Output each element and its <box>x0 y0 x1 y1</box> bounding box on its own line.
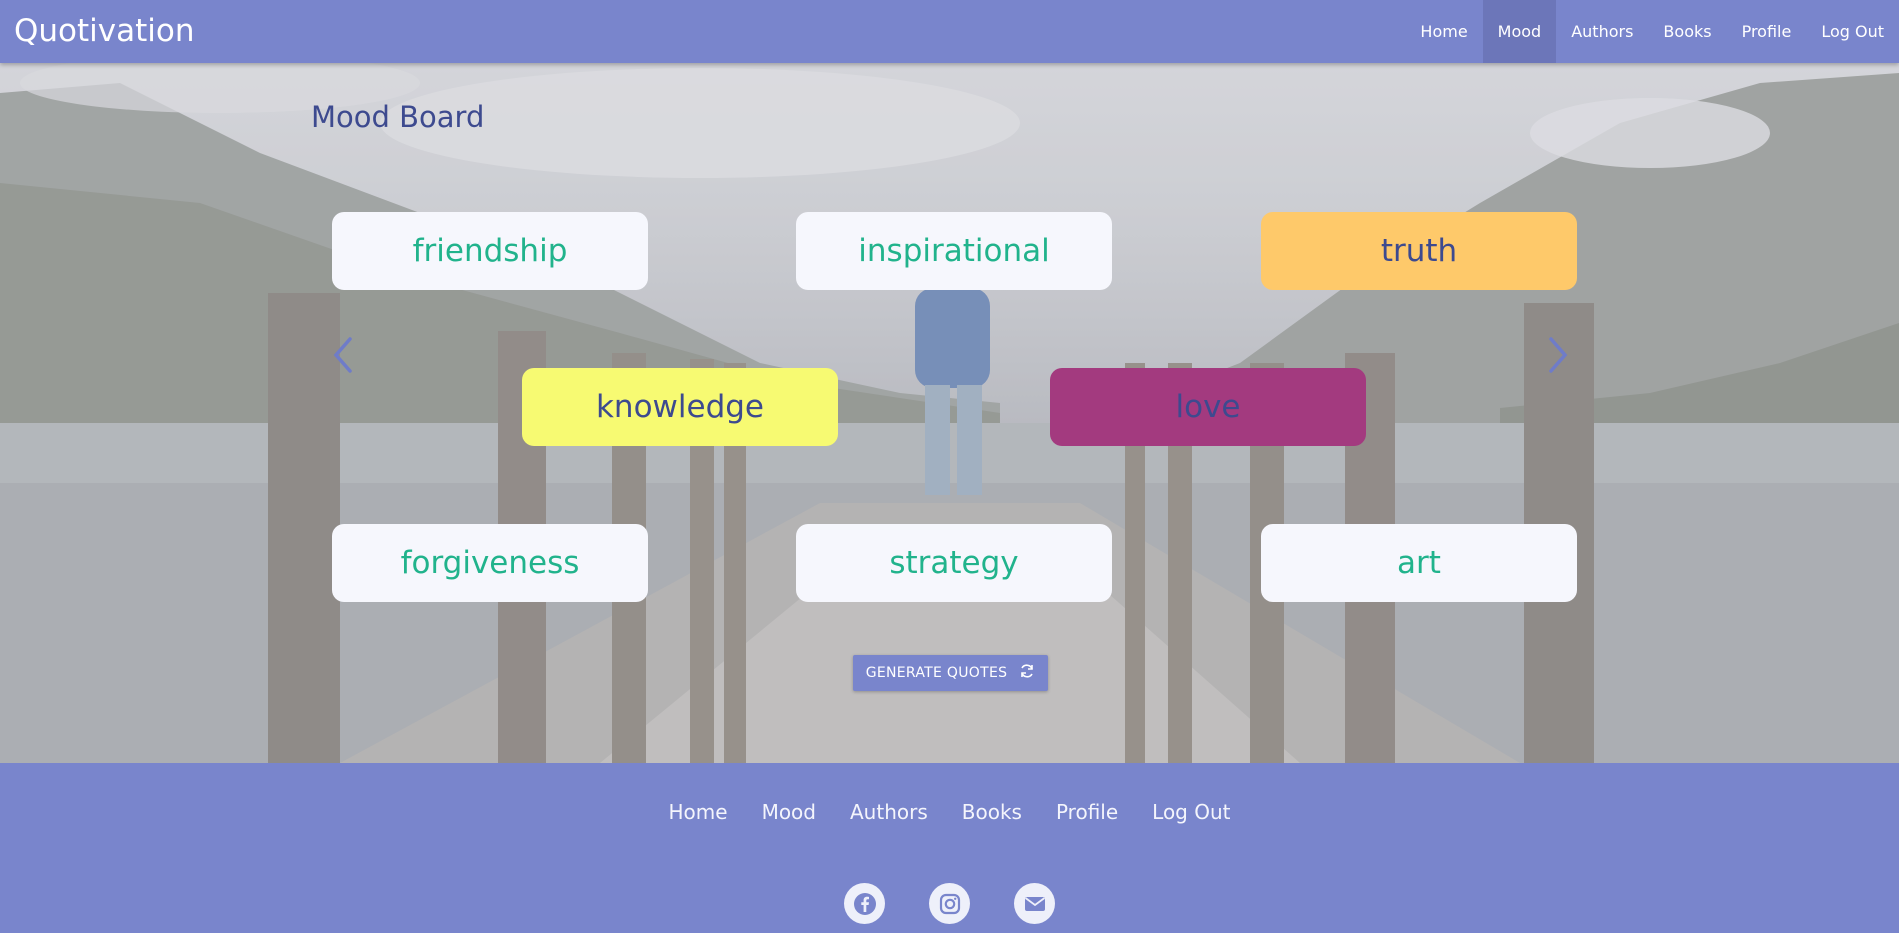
generate-quotes-label: GENERATE QUOTES <box>865 665 1008 681</box>
footer-authors[interactable]: Authors <box>833 800 945 824</box>
nav-links: Home Mood Authors Books Profile Log Out <box>1405 0 1899 63</box>
mood-card-friendship[interactable]: friendship <box>332 212 648 290</box>
social-links <box>0 883 1899 924</box>
mood-card-forgiveness[interactable]: forgiveness <box>332 524 648 602</box>
chevron-right-icon[interactable] <box>1543 335 1573 375</box>
navbar: Quotivation Home Mood Authors Books Prof… <box>0 0 1899 63</box>
instagram-icon[interactable] <box>929 883 970 924</box>
nav-profile[interactable]: Profile <box>1727 0 1807 63</box>
mail-icon[interactable] <box>1014 883 1055 924</box>
nav-logout[interactable]: Log Out <box>1806 0 1899 63</box>
footer-mood[interactable]: Mood <box>745 800 833 824</box>
mood-card-inspirational[interactable]: inspirational <box>796 212 1112 290</box>
mood-card-art[interactable]: art <box>1261 524 1577 602</box>
mood-card-truth[interactable]: truth <box>1261 212 1577 290</box>
refresh-icon <box>1019 663 1035 683</box>
footer-links: Home Mood Authors Books Profile Log Out <box>0 800 1899 824</box>
footer-home[interactable]: Home <box>652 800 745 824</box>
nav-mood[interactable]: Mood <box>1482 0 1557 63</box>
mood-card-knowledge[interactable]: knowledge <box>522 368 838 446</box>
mood-card-strategy[interactable]: strategy <box>796 524 1112 602</box>
mood-card-love[interactable]: love <box>1050 368 1366 446</box>
generate-quotes-button[interactable]: GENERATE QUOTES <box>853 655 1048 691</box>
brand-logo[interactable]: Quotivation <box>14 13 195 49</box>
mood-board-title: Mood Board <box>311 100 485 134</box>
nav-books[interactable]: Books <box>1648 0 1726 63</box>
facebook-icon[interactable] <box>844 883 885 924</box>
nav-authors[interactable]: Authors <box>1556 0 1648 63</box>
chevron-left-icon[interactable] <box>328 335 358 375</box>
nav-home[interactable]: Home <box>1405 0 1482 63</box>
footer-logout[interactable]: Log Out <box>1135 800 1247 824</box>
footer: Home Mood Authors Books Profile Log Out <box>0 763 1899 933</box>
mood-board-section: Mood Board friendship inspirational trut… <box>0 63 1899 763</box>
footer-books[interactable]: Books <box>945 800 1039 824</box>
footer-profile[interactable]: Profile <box>1039 800 1135 824</box>
